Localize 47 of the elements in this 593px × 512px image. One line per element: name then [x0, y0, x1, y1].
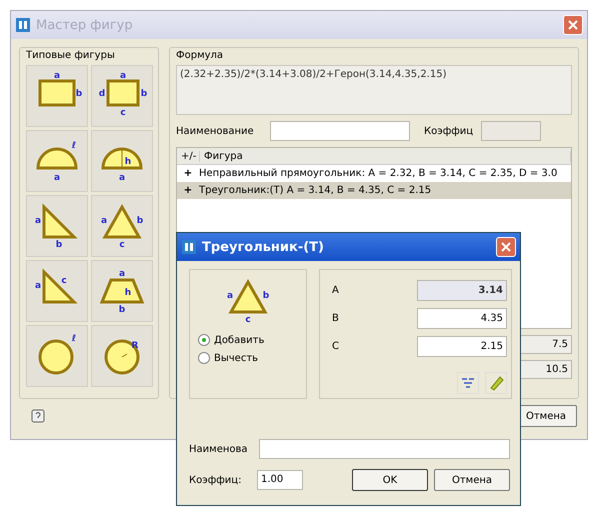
coef-label: Коэффиц: — [189, 474, 242, 486]
app-icon — [181, 239, 197, 255]
list-row[interactable]: + Треугольник:(T) A = 3.14, B = 4.35, C = 2.15 — [177, 182, 571, 199]
figure-cell: Неправильный прямоугольник: A = 2.32, B = 3.14, C = 2.35, D = 3.0 — [199, 168, 558, 179]
formula-tool-button[interactable] — [457, 372, 479, 394]
list-row[interactable]: + Неправильный прямоугольник: A = 2.32, B = 3.14, C = 2.35, D = 3.0 — [177, 165, 571, 182]
sign-cell-text: + — [182, 168, 194, 179]
group-title: Формула — [176, 50, 224, 61]
sign-cell-text: + — [182, 185, 194, 196]
help-icon[interactable] — [31, 409, 45, 423]
group-title: Типовые фигуры — [26, 50, 116, 61]
shape-button[interactable]: a b — [26, 195, 88, 257]
ruler-tool-button[interactable] — [485, 372, 507, 394]
close-icon — [500, 241, 512, 253]
shape-button[interactable]: a c — [26, 260, 88, 322]
column-header[interactable]: Фигура — [200, 150, 571, 162]
param-field[interactable]: 4.35 — [417, 308, 507, 329]
coef-label: Коэффиц — [424, 126, 474, 136]
param-label: B — [332, 313, 339, 324]
app-icon — [15, 17, 31, 33]
window-title: Мастер фигур — [36, 18, 134, 32]
formula-field[interactable]: (2.32+2.35)/2*(3.14+3.08)/2+Герон(3.14,4.35,2.15) — [176, 65, 572, 115]
shape-button[interactable]: h a — [91, 130, 153, 192]
param-field[interactable]: 2.15 — [417, 336, 507, 357]
cancel-button[interactable]: Отмена — [434, 469, 510, 491]
name-field[interactable] — [259, 439, 510, 459]
param-label: A — [332, 285, 339, 296]
param-field[interactable]: 3.14 — [417, 280, 507, 301]
name-label: Наименование — [176, 126, 255, 136]
coef-field[interactable]: 1.00 — [257, 470, 303, 490]
figure-cell: Треугольник:(T) A = 3.14, B = 4.35, C = 2.15 — [199, 185, 432, 196]
column-header[interactable]: +/- — [177, 150, 200, 162]
close-icon — [567, 19, 579, 31]
radio-button[interactable]: Вычесть — [198, 352, 264, 364]
shape-button[interactable]: a b c d — [91, 65, 153, 127]
radio-button[interactable]: Добавить — [198, 334, 264, 346]
shape-button[interactable]: a h b — [91, 260, 153, 322]
param-label: C — [332, 341, 339, 352]
window-title: Треугольник-(T) — [202, 240, 325, 254]
name-label: Наименова — [189, 444, 249, 454]
ok-button[interactable]: OK — [352, 469, 428, 491]
close-button[interactable] — [496, 237, 516, 257]
shape-button[interactable]: a b — [26, 65, 88, 127]
ruler-icon — [488, 375, 504, 391]
shape-button[interactable]: ℓ a — [26, 130, 88, 192]
name-field[interactable] — [270, 121, 410, 141]
shape-button[interactable]: ℓ — [26, 325, 88, 387]
